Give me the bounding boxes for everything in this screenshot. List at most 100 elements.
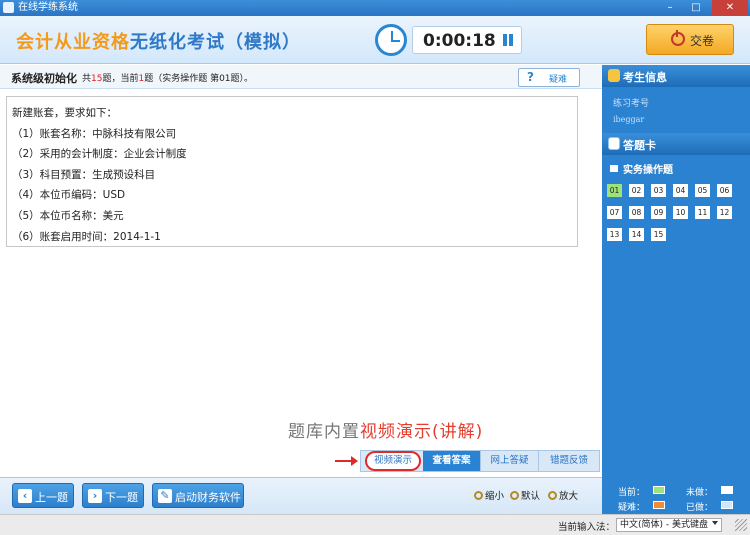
question-area: 新建账套，要求如下： （1）账套名称：中脉科技有限公司 （2）采用的会计制度：企…: [0, 90, 602, 477]
alarm-clock-icon: [375, 24, 407, 56]
app-icon: [3, 2, 14, 13]
question-number-14[interactable]: 14: [629, 228, 644, 241]
finance-label: 启动财务软件: [175, 491, 241, 504]
student-info: 练习考号 ibeggar: [606, 88, 746, 132]
question-number-03[interactable]: 03: [651, 184, 666, 197]
question-line: （2）采用的会计制度：企业会计制度: [12, 148, 187, 161]
edit-icon: ✎: [158, 489, 172, 503]
legend-done-swatch: [721, 501, 733, 509]
tab-video-demo[interactable]: 视频演示: [365, 451, 421, 471]
chevron-down-icon[interactable]: [712, 521, 718, 525]
question-number-15[interactable]: 15: [651, 228, 666, 241]
square-icon: [610, 165, 618, 172]
tab-view-answer[interactable]: 查看答案: [423, 451, 481, 471]
answer-card-label: 答题卡: [623, 139, 656, 152]
next-question-button[interactable]: › 下一题: [82, 483, 144, 508]
count-suffix: 题（实务操作题 第01题）。: [144, 74, 254, 84]
prev-question-button[interactable]: ‹ 上一题: [12, 483, 74, 508]
question-number-05[interactable]: 05: [695, 184, 710, 197]
count-prefix: 共: [82, 74, 92, 84]
legend-current-swatch: [653, 486, 665, 494]
zoom-in-label: 放大: [559, 491, 579, 502]
question-content: 新建账套，要求如下： （1）账套名称：中脉科技有限公司 （2）采用的会计制度：企…: [6, 96, 578, 247]
student-id-label: 练习考号: [613, 99, 650, 109]
question-number-13[interactable]: 13: [607, 228, 622, 241]
window-titlebar: 在线学练系统 – □ ✕: [0, 0, 750, 16]
zoom-in-button[interactable]: 放大: [548, 488, 578, 502]
resize-grip[interactable]: [735, 519, 747, 531]
question-number-11[interactable]: 11: [695, 206, 710, 219]
status-bar: 当前输入法： 中文(简体) - 美式键盘: [0, 514, 750, 535]
question-number-08[interactable]: 08: [629, 206, 644, 219]
student-header-label: 考生信息: [623, 71, 667, 84]
category-title: 实务操作题: [610, 161, 673, 176]
legend-current: 当前：: [618, 485, 665, 498]
question-line: （1）账套名称：中脉科技有限公司: [12, 127, 177, 140]
question-line: （5）本位币名称：美元: [12, 209, 124, 222]
legend-undone: 未做：: [686, 485, 733, 498]
bottom-toolbar: ‹ 上一题 › 下一题 ✎ 启动财务软件 缩小 默认 放大: [0, 477, 602, 514]
card-icon: [608, 137, 620, 150]
chevron-left-icon: ‹: [18, 489, 32, 503]
arrow-head-icon: [351, 456, 358, 466]
timer-display: 0:00:18: [423, 31, 496, 51]
maximize-button[interactable]: □: [684, 0, 708, 15]
legend-doubt: 疑难：: [618, 500, 665, 513]
student-info-header: 考生信息: [602, 65, 750, 87]
zoom-out-button[interactable]: 缩小: [474, 488, 504, 502]
video-promo-text: 题库内置视频演示(讲解): [288, 417, 483, 442]
chevron-right-icon: ›: [88, 489, 102, 503]
pause-button[interactable]: [499, 31, 517, 49]
exam-title: 会计从业资格无纸化考试（模拟）: [16, 28, 301, 54]
legend-undone-swatch: [721, 486, 733, 494]
launch-finance-software-button[interactable]: ✎ 启动财务软件: [152, 483, 244, 508]
tab-online-qa[interactable]: 网上答疑: [481, 451, 539, 471]
question-number-02[interactable]: 02: [629, 184, 644, 197]
question-line: （6）账套启用时间：2014-1-1: [12, 230, 161, 243]
question-number-06[interactable]: 06: [717, 184, 732, 197]
magnifier-icon: [474, 491, 483, 500]
student-id-value: ibeggar: [613, 115, 645, 124]
prev-label: 上一题: [35, 491, 68, 504]
helper-tabs: 视频演示 查看答案 网上答疑 错题反馈: [360, 450, 600, 472]
timer-box: 0:00:18: [412, 26, 522, 54]
zoom-default-button[interactable]: 默认: [510, 488, 540, 502]
question-number-07[interactable]: 07: [607, 206, 622, 219]
exam-title-rest: 无纸化考试（模拟）: [130, 32, 301, 53]
minimize-button[interactable]: –: [658, 0, 682, 15]
legend-done: 已做：: [686, 500, 733, 513]
question-line: （4）本位币编码：USD: [12, 189, 126, 202]
next-label: 下一题: [105, 491, 138, 504]
power-icon: [671, 30, 685, 46]
mark-doubt-button[interactable]: ? 疑难: [518, 68, 580, 87]
promo-prefix: 题库内置: [288, 422, 360, 442]
question-info-bar: 系统级初始化 共15题，当前1题（实务操作题 第01题）。 ? 疑难: [0, 65, 602, 89]
legend-current-label: 当前：: [618, 488, 646, 498]
legend-doubt-swatch: [653, 501, 665, 509]
close-button[interactable]: ✕: [712, 0, 748, 15]
question-number-12[interactable]: 12: [717, 206, 732, 219]
submit-exam-button[interactable]: 交卷: [646, 24, 734, 55]
answer-legend: 当前： 未做： 疑难： 已做：: [602, 482, 750, 514]
zoom-default-label: 默认: [521, 491, 541, 502]
input-method-select[interactable]: 中文(简体) - 美式键盘: [616, 518, 722, 532]
promo-highlight: 视频演示(讲解): [360, 422, 484, 442]
question-number-09[interactable]: 09: [651, 206, 666, 219]
question-mark-icon: ?: [527, 70, 534, 84]
tab-error-feedback[interactable]: 错题反馈: [539, 451, 599, 471]
question-number-10[interactable]: 10: [673, 206, 688, 219]
legend-doubt-label: 疑难：: [618, 503, 646, 513]
submit-label: 交卷: [690, 34, 715, 48]
question-number-01[interactable]: 01: [607, 184, 622, 197]
count-mid: 题，当前: [102, 74, 139, 84]
doubt-label: 疑难: [549, 75, 568, 85]
legend-undone-label: 未做：: [686, 488, 714, 498]
question-line: （3）科目预置：生成预设科目: [12, 168, 156, 181]
magnifier-icon: [510, 491, 519, 500]
right-panel: 考生信息 练习考号 ibeggar 答题卡 实务操作题 01 02 03 04 05 06…: [602, 65, 750, 514]
question-number-04[interactable]: 04: [673, 184, 688, 197]
question-topic: 系统级初始化: [11, 72, 77, 85]
input-method-label: 当前输入法：: [558, 522, 616, 533]
window-title: 在线学练系统: [18, 2, 78, 13]
exam-header: 会计从业资格无纸化考试（模拟） 0:00:18 交卷: [0, 16, 750, 64]
